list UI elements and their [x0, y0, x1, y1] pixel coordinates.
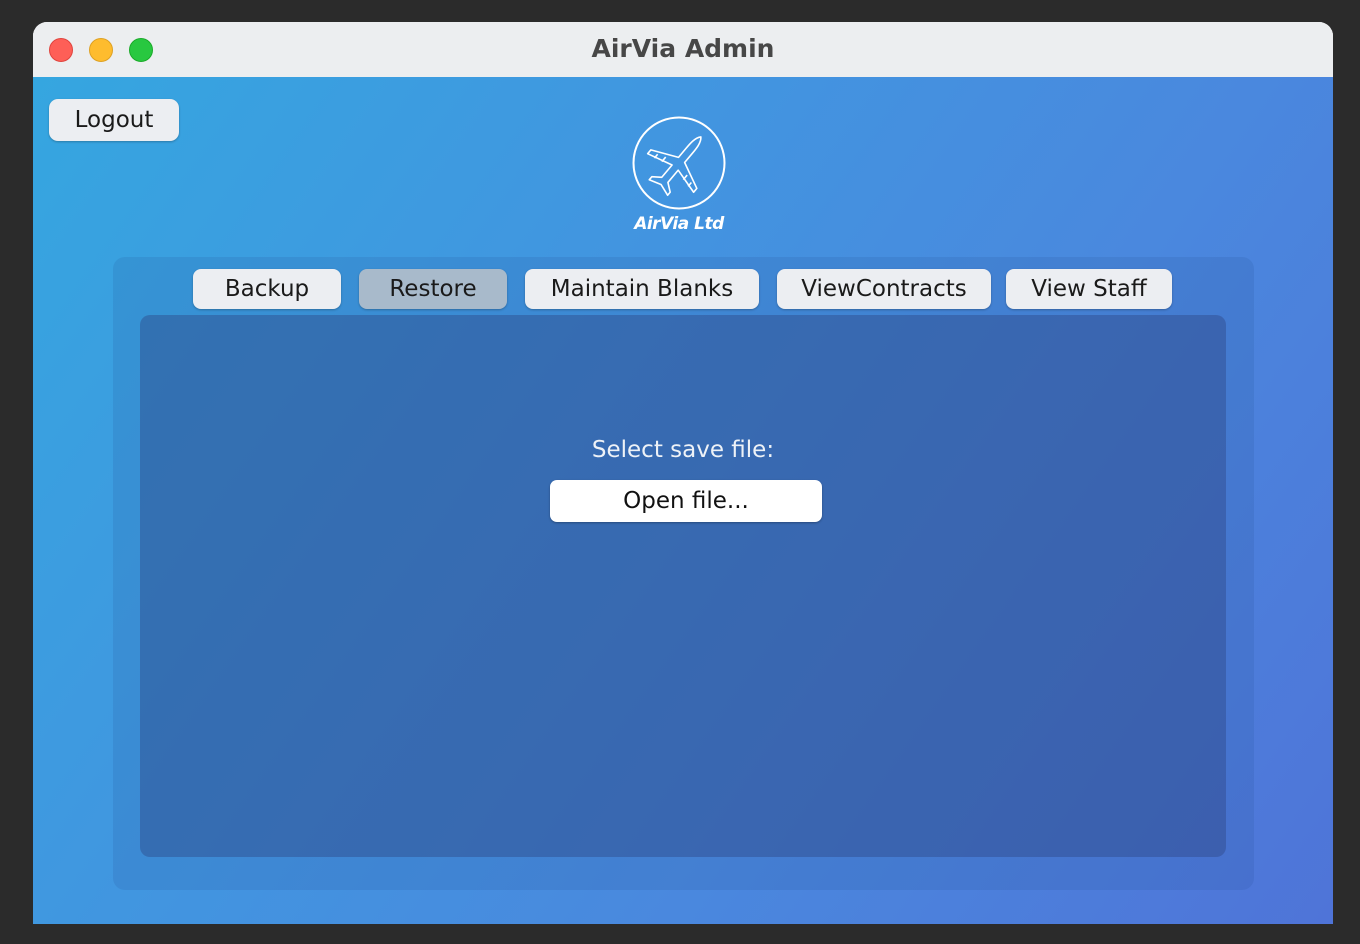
admin-panel: Backup Restore Maintain Blanks ViewContr… — [113, 257, 1254, 890]
tab-view-contracts[interactable]: ViewContracts — [777, 269, 991, 309]
open-file-button[interactable]: Open file... — [550, 480, 822, 522]
select-save-file-label: Select save file: — [591, 437, 775, 463]
logo-text: AirVia Ltd — [634, 214, 724, 234]
title-bar: AirVia Admin — [33, 22, 1333, 77]
app-window: AirVia Admin Logout AirVia Ltd Backup Re… — [33, 22, 1333, 924]
tab-view-staff[interactable]: View Staff — [1006, 269, 1172, 309]
airplane-icon — [632, 116, 726, 210]
tab-backup[interactable]: Backup — [193, 269, 341, 309]
logout-button[interactable]: Logout — [49, 99, 179, 141]
restore-tab-content: Select save file: Open file... — [140, 315, 1226, 857]
window-title: AirVia Admin — [591, 34, 775, 63]
main-content: Logout AirVia Ltd Backup Restore Maintai… — [33, 77, 1333, 924]
tab-maintain-blanks[interactable]: Maintain Blanks — [525, 269, 759, 309]
tab-restore[interactable]: Restore — [359, 269, 507, 309]
